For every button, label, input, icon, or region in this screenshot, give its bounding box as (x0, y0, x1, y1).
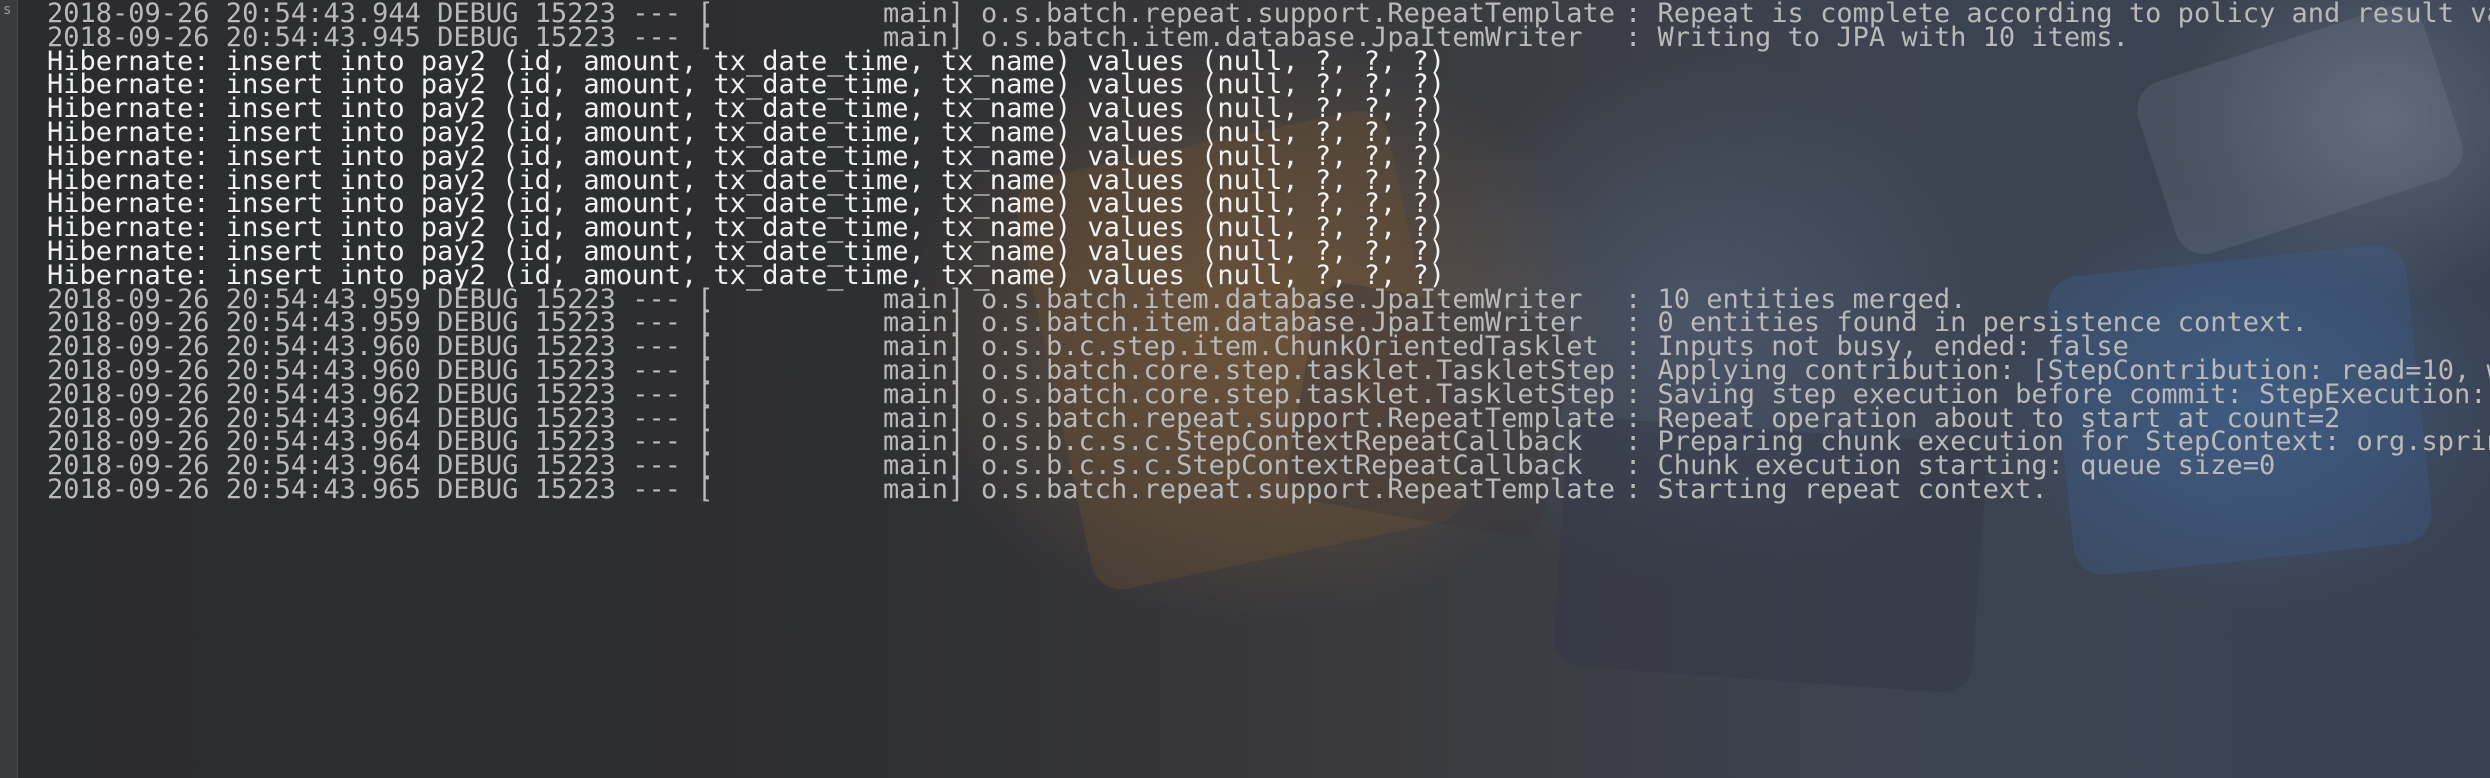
logger-name: o.s.batch.repeat.support.RepeatTemplate (981, 474, 1615, 505)
log-message: : Starting repeat context. (1625, 474, 2048, 505)
thread-name: main] (883, 474, 965, 505)
console-output[interactable]: 2018-09-26 20:54:43.944 DEBUG 15223 --- … (0, 0, 2490, 778)
log-prefix: 2018-09-26 20:54:43.965 DEBUG 15223 --- … (47, 474, 714, 505)
log-message: : Writing to JPA with 10 items. (1625, 21, 2129, 53)
